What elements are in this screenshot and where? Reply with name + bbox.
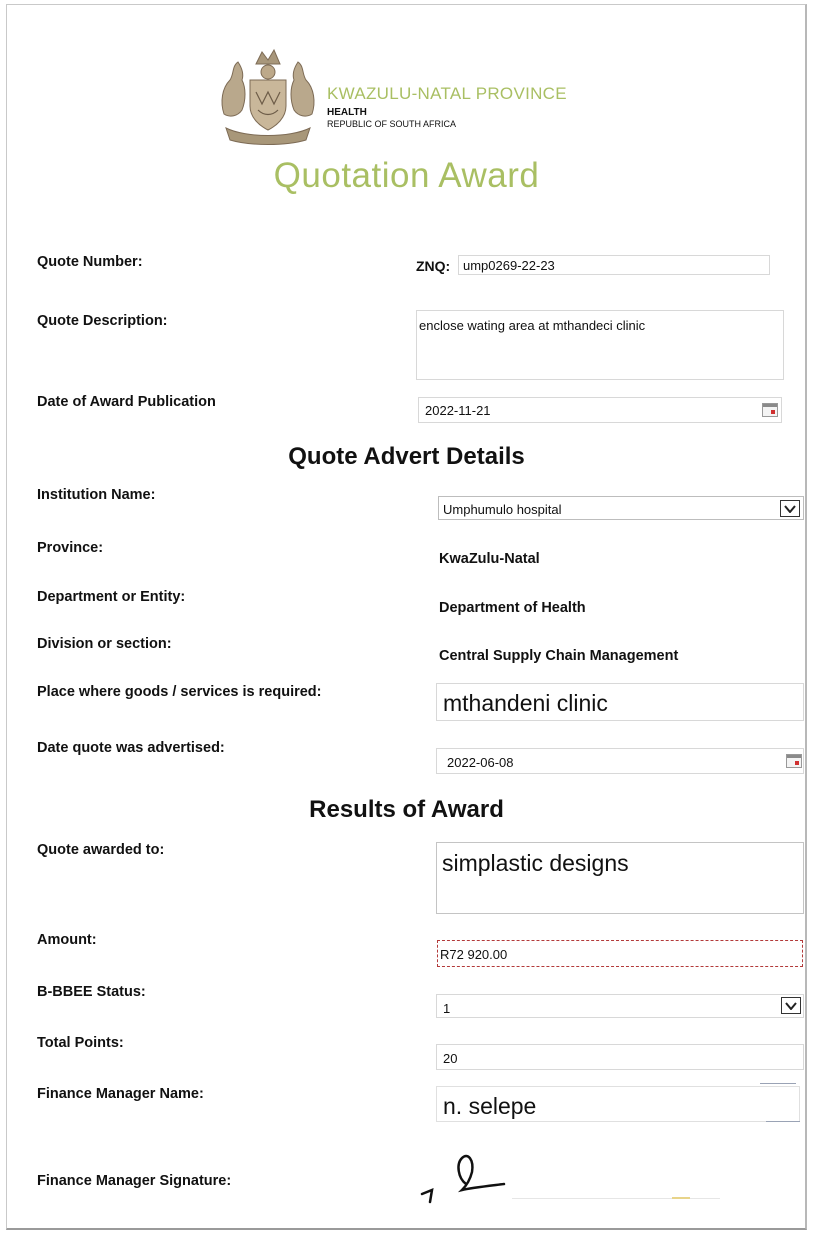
results-section-heading: Results of Award — [309, 796, 504, 823]
province-value: KwaZulu-Natal — [439, 551, 540, 567]
coat-of-arms-logo — [221, 48, 315, 145]
department-label: Department or Entity: — [37, 589, 186, 605]
finance-manager-name-field[interactable]: n. selepe — [436, 1086, 800, 1122]
bbbee-label: B-BBEE Status: — [37, 984, 146, 1000]
advert-section-heading: Quote Advert Details — [288, 443, 525, 470]
signature — [420, 1154, 506, 1204]
award-publication-date-field[interactable]: 2022-11-21 — [418, 397, 782, 423]
total-points-field[interactable]: 20 — [436, 1044, 804, 1070]
award-publication-label: Date of Award Publication — [37, 394, 216, 410]
quote-number-value: ump0269-22-23 — [463, 258, 555, 273]
quote-number-label: Quote Number: — [37, 254, 143, 270]
signature-mark — [672, 1197, 690, 1199]
country-title: REPUBLIC OF SOUTH AFRICA — [327, 119, 457, 129]
advertised-date-value: 2022-06-08 — [447, 755, 514, 770]
institution-label: Institution Name: — [37, 487, 156, 503]
chevron-down-icon[interactable] — [781, 997, 801, 1014]
amount-value: R72 920.00 — [440, 947, 508, 962]
divider — [766, 1121, 800, 1122]
amount-label: Amount: — [37, 932, 97, 948]
awarded-to-field[interactable]: simplastic designs — [436, 842, 804, 914]
quote-description-label: Quote Description: — [37, 313, 168, 329]
finance-manager-name-value: n. selepe — [443, 1093, 537, 1119]
institution-select[interactable]: Umphumulo hospital — [438, 496, 804, 520]
divider — [760, 1083, 796, 1084]
province-label: Province: — [37, 540, 104, 556]
amount-field[interactable]: R72 920.00 — [437, 940, 803, 967]
award-publication-date-value: 2022-11-21 — [425, 403, 491, 418]
finance-manager-signature-label: Finance Manager Signature: — [37, 1173, 232, 1189]
division-label: Division or section: — [37, 636, 172, 652]
quote-description-value: enclose wating area at mthandeci clinic — [419, 318, 646, 333]
place-label: Place where goods / services is required… — [37, 684, 322, 700]
total-points-value: 20 — [443, 1051, 458, 1066]
institution-value: Umphumulo hospital — [443, 502, 562, 517]
bbbee-select[interactable]: 1 — [436, 994, 804, 1018]
quote-prefix: ZNQ: — [416, 258, 451, 274]
place-field[interactable]: mthandeni clinic — [436, 683, 804, 721]
place-value: mthandeni clinic — [443, 690, 608, 716]
total-points-label: Total Points: — [37, 1035, 124, 1051]
bbbee-value: 1 — [443, 1001, 451, 1016]
department-value: Department of Health — [439, 600, 586, 616]
calendar-icon[interactable] — [762, 403, 778, 417]
province-title: KWAZULU-NATAL PROVINCE — [327, 84, 567, 103]
page-title: Quotation Award — [273, 156, 540, 195]
division-value: Central Supply Chain Management — [439, 648, 679, 664]
department-title: HEALTH — [327, 107, 367, 118]
quote-number-field[interactable]: ump0269-22-23 — [458, 255, 770, 275]
awarded-to-label: Quote awarded to: — [37, 842, 165, 858]
advertised-date-field[interactable]: 2022-06-08 — [436, 748, 804, 774]
advertised-date-label: Date quote was advertised: — [37, 740, 225, 756]
awarded-to-value: simplastic designs — [442, 850, 629, 876]
finance-manager-name-label: Finance Manager Name: — [37, 1086, 204, 1102]
chevron-down-icon[interactable] — [780, 500, 800, 517]
calendar-icon[interactable] — [786, 754, 802, 768]
quote-description-field[interactable]: enclose wating area at mthandeci clinic — [416, 310, 784, 380]
